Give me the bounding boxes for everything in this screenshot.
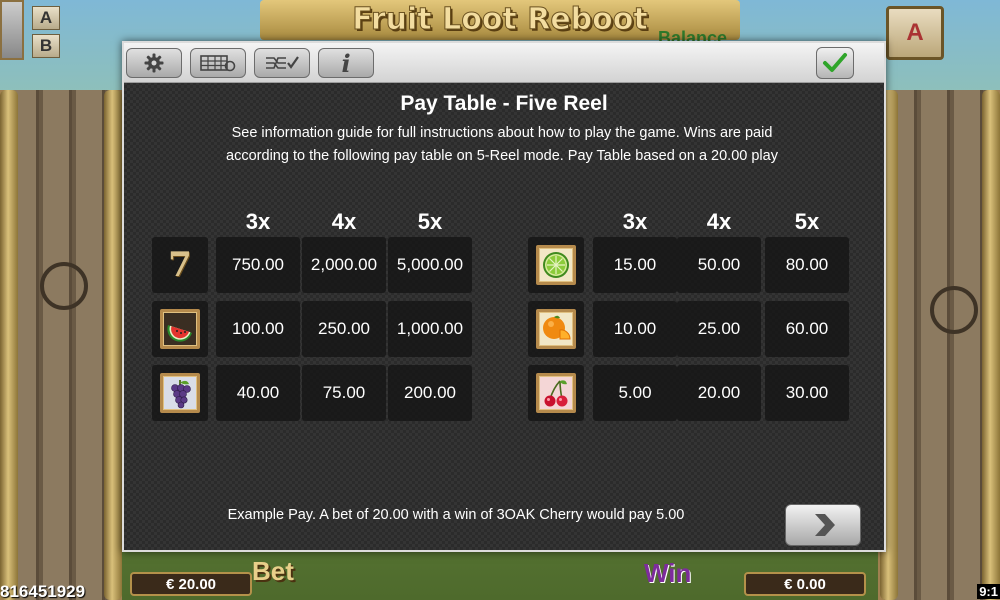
orange-icon — [543, 315, 571, 340]
paylines-button[interactable] — [254, 48, 310, 78]
bet-value: € 20.00 — [130, 572, 252, 596]
info-button[interactable]: i — [318, 48, 374, 78]
left-side-button[interactable] — [0, 0, 24, 60]
bamboo-pole — [0, 90, 18, 600]
paytable-intro: See information guide for full instructi… — [226, 125, 778, 164]
next-page-button[interactable] — [785, 504, 861, 546]
pay-cell: 80.00 — [765, 237, 849, 293]
col-header-4x: 4x — [331, 209, 357, 234]
pay-cell: 5,000.00 — [388, 237, 472, 293]
pay-cell: 15.00 — [593, 237, 677, 293]
a-button[interactable]: A — [32, 6, 60, 30]
close-button[interactable] — [816, 47, 854, 79]
lime-icon — [543, 252, 569, 278]
pay-cell: 30.00 — [765, 365, 849, 421]
pay-cell: 100.00 — [216, 301, 300, 357]
paytable-heading: Pay Table - Five Reel — [400, 92, 608, 115]
symbol-lime — [528, 237, 584, 293]
pay-cell: 20.00 — [677, 365, 761, 421]
b-button[interactable]: B — [32, 34, 60, 58]
pay-cell: 2,000.00 — [302, 237, 386, 293]
pay-cell: 200.00 — [388, 365, 472, 421]
paytable-button[interactable] — [190, 48, 246, 78]
cherry-icon — [544, 380, 568, 407]
symbol-watermelon — [152, 301, 208, 357]
win-value: € 0.00 — [744, 572, 866, 596]
col-header-4x: 4x — [706, 209, 732, 234]
pay-cell: 25.00 — [677, 301, 761, 357]
grapes-icon — [171, 380, 191, 409]
wood-knot — [930, 286, 978, 334]
dialog-toolbar: i — [124, 43, 884, 83]
info-icon: i — [341, 48, 351, 78]
col-header-3x: 3x — [622, 209, 648, 234]
pay-cell: 40.00 — [216, 365, 300, 421]
watermelon-icon — [167, 325, 192, 342]
col-header-3x: 3x — [245, 209, 271, 234]
gear-icon — [144, 53, 164, 73]
pay-cell: 1,000.00 — [388, 301, 472, 357]
paytable-icon — [200, 55, 236, 72]
symbol-seven: 7 — [152, 237, 208, 293]
settings-button[interactable] — [126, 48, 182, 78]
balance-number: 816451929 — [0, 582, 86, 600]
seven-icon: 7 — [168, 245, 192, 285]
symbol-cherry — [528, 365, 584, 421]
chevron-right-icon — [815, 514, 835, 536]
symbol-orange — [528, 301, 584, 357]
clock: 9:1 — [977, 584, 1000, 599]
pay-cell: 5.00 — [593, 365, 677, 421]
checkmark-icon — [823, 53, 847, 72]
pay-cell: 60.00 — [765, 301, 849, 357]
col-header-5x: 5x — [417, 209, 443, 234]
bamboo-pole — [104, 90, 122, 600]
win-label: Win — [644, 558, 692, 588]
bet-label: Bet — [252, 556, 294, 586]
symbol-grapes — [152, 365, 208, 421]
wood-knot — [40, 262, 88, 310]
autoplay-button[interactable]: A — [886, 6, 944, 60]
autoplay-label: A — [906, 19, 924, 46]
paytable-dialog: i Pay Table - Five Reel See information … — [122, 41, 886, 552]
pay-cell: 10.00 — [593, 301, 677, 357]
col-header-5x: 5x — [794, 209, 820, 234]
bamboo-pole — [982, 90, 1000, 600]
pay-cell: 250.00 — [302, 301, 386, 357]
pay-cell: 750.00 — [216, 237, 300, 293]
pay-cell: 50.00 — [677, 237, 761, 293]
pay-cell: 75.00 — [302, 365, 386, 421]
lines-icon — [266, 56, 299, 69]
example-pay-text: Example Pay. A bet of 20.00 with a win o… — [227, 507, 685, 523]
